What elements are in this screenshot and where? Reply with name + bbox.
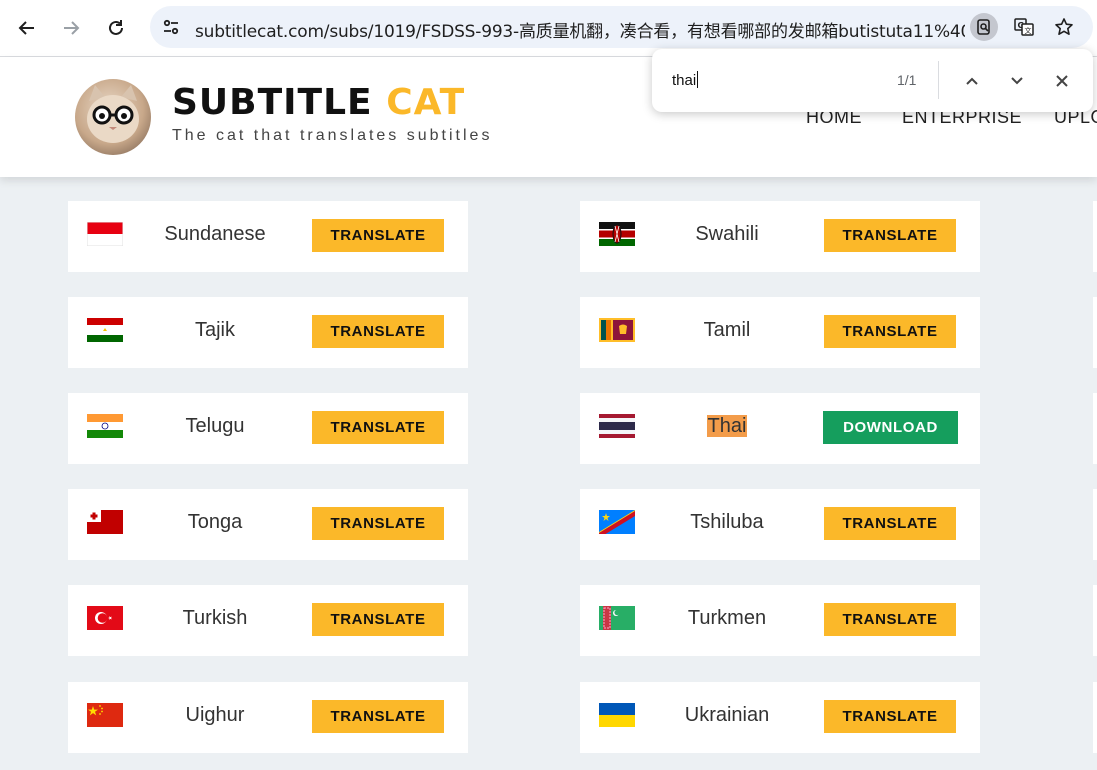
- kenya-flag: [599, 222, 635, 246]
- language-card-telugu: Telugu TRANSLATE: [68, 393, 468, 464]
- translate-button[interactable]: TRANSLATE: [312, 507, 444, 540]
- partial-card: [1093, 489, 1097, 560]
- language-name: Sundanese: [164, 223, 266, 245]
- language-name: Thai: [640, 415, 814, 438]
- language-card-ukrainian: Ukrainian TRANSLATE: [580, 682, 980, 753]
- forward-button[interactable]: [55, 12, 87, 44]
- brand-part1: SUBTITLE: [172, 82, 373, 123]
- partial-card: [1093, 297, 1097, 368]
- ukraine-flag: [599, 703, 635, 727]
- chevron-down-icon: [1011, 77, 1023, 85]
- language-name: Swahili: [695, 223, 759, 245]
- translate-button[interactable]: TRANSLATE: [312, 603, 444, 636]
- translate-button[interactable]: TRANSLATE: [312, 315, 444, 348]
- language-card-tamil: Tamil TRANSLATE: [580, 297, 980, 368]
- translate-button[interactable]: TRANSLATE: [824, 219, 956, 252]
- indonesia-flag: [87, 222, 123, 246]
- back-button[interactable]: [11, 12, 43, 44]
- find-next-button[interactable]: [1002, 66, 1032, 96]
- india-flag: [87, 414, 123, 438]
- find-previous-button[interactable]: [957, 66, 987, 96]
- turkey-flag: [87, 606, 123, 630]
- china-flag: [87, 703, 123, 727]
- url-text[interactable]: subtitlecat.com/subs/1019/FSDSS-993-高质量机…: [195, 17, 965, 42]
- find-match-count: 1/1: [897, 72, 917, 88]
- language-card-thai: Thai DOWNLOAD: [580, 393, 980, 464]
- translate-button[interactable]: TRANSLATE: [312, 219, 444, 252]
- language-card-sundanese: Sundanese TRANSLATE: [68, 201, 468, 272]
- arrow-right-icon: [64, 21, 80, 35]
- brand-logo-text[interactable]: SUBTITLE CAT: [172, 85, 465, 121]
- partial-card: [1093, 585, 1097, 656]
- language-card-swahili: Swahili TRANSLATE: [580, 201, 980, 272]
- cat-logo[interactable]: [75, 79, 151, 155]
- find-match-highlight: Thai: [706, 415, 748, 437]
- arrow-left-icon: [18, 21, 34, 35]
- language-name: Uighur: [185, 704, 245, 726]
- translate-button[interactable]: TRANSLATE: [312, 700, 444, 733]
- tajikistan-flag: [87, 318, 123, 342]
- translate-button[interactable]: TRANSLATE: [824, 603, 956, 636]
- find-input[interactable]: thai: [672, 71, 698, 89]
- language-card-tajik: Tajik TRANSLATE: [68, 297, 468, 368]
- translate-page-icon[interactable]: G文: [1010, 13, 1038, 41]
- translate-button[interactable]: TRANSLATE: [824, 315, 956, 348]
- language-card-tonga: Tonga TRANSLATE: [68, 489, 468, 560]
- language-name: Telugu: [185, 415, 245, 437]
- language-name: Tonga: [187, 511, 243, 533]
- tonga-flag: [87, 510, 123, 534]
- language-name: Tajik: [194, 319, 235, 341]
- close-icon: [1056, 75, 1068, 87]
- reload-icon: [109, 20, 123, 35]
- turkmenistan-flag: [599, 606, 635, 630]
- find-bar: thai 1/1: [652, 49, 1093, 112]
- find-in-page-icon[interactable]: [970, 13, 998, 41]
- language-name: Turkmen: [687, 607, 767, 629]
- translate-button[interactable]: TRANSLATE: [824, 507, 956, 540]
- address-bar[interactable]: subtitlecat.com/subs/1019/FSDSS-993-高质量机…: [150, 6, 1093, 48]
- download-button[interactable]: DOWNLOAD: [823, 411, 958, 444]
- translate-button[interactable]: TRANSLATE: [312, 411, 444, 444]
- translate-button[interactable]: TRANSLATE: [824, 700, 956, 733]
- partial-card: [1093, 682, 1097, 753]
- reload-button[interactable]: [100, 12, 132, 44]
- brand-part2: CAT: [386, 82, 466, 123]
- site-tagline: The cat that translates subtitles: [172, 127, 493, 144]
- partial-card: [1093, 393, 1097, 464]
- partial-card: [1093, 201, 1097, 272]
- language-name: Turkish: [182, 607, 248, 629]
- congo-dr-flag: [599, 510, 635, 534]
- language-card-turkish: Turkish TRANSLATE: [68, 585, 468, 656]
- bookmark-star-icon[interactable]: [1050, 13, 1078, 41]
- thailand-flag: [599, 414, 635, 438]
- sri-lanka-flag: [599, 318, 635, 342]
- language-name: Ukrainian: [684, 704, 770, 726]
- find-divider: [938, 61, 939, 99]
- site-info-icon[interactable]: [160, 16, 182, 38]
- language-name: Tamil: [703, 319, 751, 341]
- language-card-turkmen: Turkmen TRANSLATE: [580, 585, 980, 656]
- language-name: Tshiluba: [690, 511, 764, 533]
- chevron-up-icon: [966, 77, 978, 85]
- find-close-button[interactable]: [1047, 66, 1077, 96]
- svg-text:文: 文: [1025, 26, 1032, 35]
- language-card-tshiluba: Tshiluba TRANSLATE: [580, 489, 980, 560]
- language-card-uighur: Uighur TRANSLATE: [68, 682, 468, 753]
